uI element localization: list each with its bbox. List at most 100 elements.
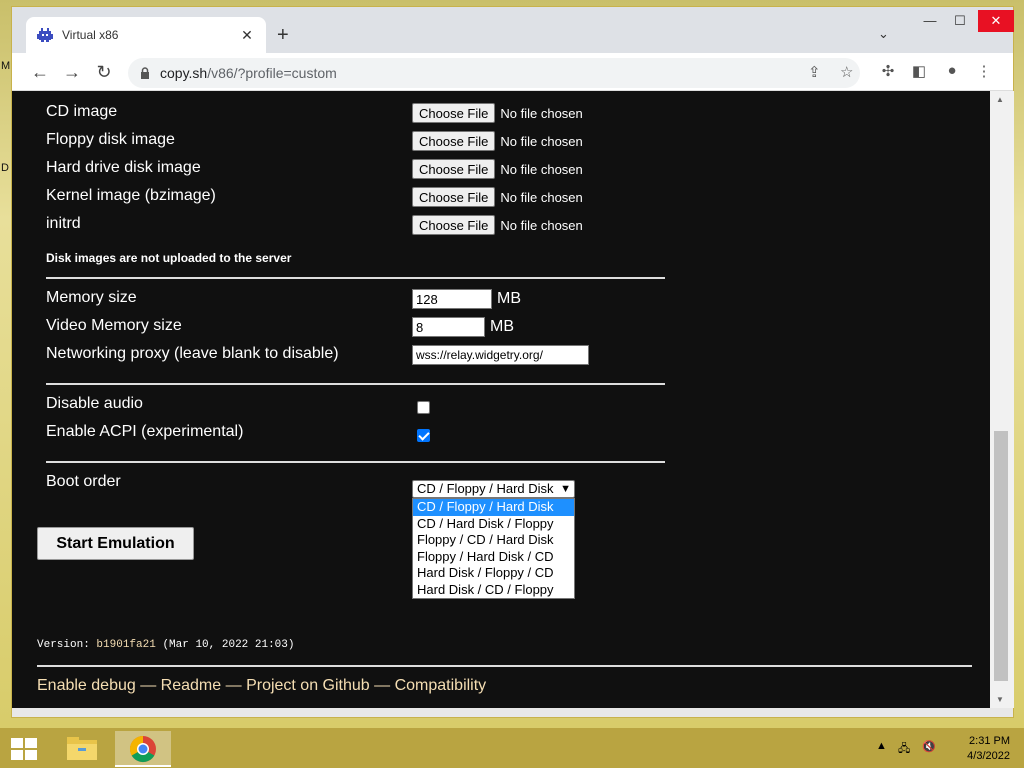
- desktop-label-m: M: [1, 60, 11, 72]
- footer-separator: —: [225, 677, 242, 694]
- minimize-button[interactable]: —: [916, 10, 944, 32]
- initrd-label: initrd: [46, 215, 81, 232]
- hard-drive-image-file-input: Choose File No file chosen: [412, 159, 583, 179]
- floppy-image-choose-button[interactable]: Choose File: [412, 131, 496, 151]
- floppy-image-label: Floppy disk image: [46, 131, 175, 148]
- boot-order-label: Boot order: [46, 473, 121, 490]
- scroll-up-icon[interactable]: ▲: [996, 95, 1004, 104]
- boot-option[interactable]: Hard Disk / CD / Floppy: [413, 582, 574, 599]
- file-explorer-icon[interactable]: [54, 731, 110, 767]
- disable-audio-label: Disable audio: [46, 395, 143, 412]
- disable-audio-checkbox[interactable]: [417, 401, 430, 414]
- cd-image-status: No file chosen: [500, 105, 583, 121]
- networking-proxy-label: Networking proxy (leave blank to disable…: [46, 345, 339, 362]
- desktop-label-d: D: [1, 162, 9, 174]
- footer-links: Enable debug — Readme — Project on Githu…: [37, 677, 486, 695]
- divider: [46, 461, 665, 463]
- address-bar[interactable]: copy.sh/v86/?profile=custom ⇪ ☆: [128, 58, 860, 88]
- maximize-button[interactable]: ☐: [946, 10, 974, 32]
- compatibility-link[interactable]: Compatibility: [395, 677, 487, 694]
- hard-drive-image-choose-button[interactable]: Choose File: [412, 159, 496, 179]
- scroll-down-icon[interactable]: ▼: [996, 695, 1004, 704]
- v86-favicon-icon: [36, 26, 54, 44]
- cd-image-choose-button[interactable]: Choose File: [412, 103, 496, 123]
- tab-virtual-x86[interactable]: Virtual x86 ✕: [26, 17, 266, 53]
- initrd-choose-button[interactable]: Choose File: [412, 215, 496, 235]
- share-icon[interactable]: ⇪: [808, 63, 821, 81]
- kernel-image-status: No file chosen: [500, 189, 583, 205]
- version-hash-link[interactable]: b1901fa21: [96, 639, 155, 651]
- windows-taskbar: ▲ 🖧 🔇 2:31 PM 4/3/2022: [0, 728, 1024, 768]
- boot-order-select[interactable]: CD / Floppy / Hard Disk ▼: [412, 480, 575, 498]
- enable-acpi-checkbox[interactable]: [417, 429, 430, 442]
- boot-option[interactable]: Hard Disk / Floppy / CD: [413, 565, 574, 582]
- video-memory-input[interactable]: [412, 317, 485, 337]
- boot-option[interactable]: Floppy / Hard Disk / CD: [413, 549, 574, 566]
- extensions-icon[interactable]: ✣: [878, 62, 898, 80]
- tab-title: Virtual x86: [62, 28, 119, 42]
- hard-drive-image-label: Hard drive disk image: [46, 159, 201, 176]
- memory-unit: MB: [497, 290, 521, 307]
- cd-image-label: CD image: [46, 103, 118, 120]
- kernel-image-label: Kernel image (bzimage): [46, 187, 216, 204]
- forward-arrow-icon[interactable]: →: [60, 60, 84, 84]
- enable-debug-link[interactable]: Enable debug: [37, 677, 136, 694]
- scrollbar-thumb[interactable]: [994, 431, 1008, 681]
- chrome-taskbar-icon[interactable]: [115, 731, 171, 767]
- tab-search-icon[interactable]: ⌄: [878, 26, 889, 42]
- new-tab-button[interactable]: +: [277, 24, 289, 47]
- window-close-button[interactable]: ✕: [978, 10, 1014, 32]
- networking-proxy-input[interactable]: [412, 345, 589, 365]
- start-emulation-button[interactable]: Start Emulation: [37, 527, 194, 560]
- browser-window: Virtual x86 ✕ + ⌄ — ☐ ✕ ← → ↻ copy.sh/v8…: [11, 6, 1014, 718]
- side-panel-icon[interactable]: ◧: [909, 62, 929, 80]
- clock-date: 4/3/2022: [967, 750, 1010, 762]
- windows-start-icon[interactable]: [10, 737, 38, 761]
- page-content: CD image Choose File No file chosen Flop…: [12, 91, 990, 708]
- boot-order-dropdown: CD / Floppy / Hard Disk CD / Hard Disk /…: [412, 498, 575, 599]
- tray-chevron-up-icon[interactable]: ▲: [876, 740, 887, 752]
- footer-separator: —: [374, 677, 391, 694]
- clock-time: 2:31 PM: [969, 735, 1010, 747]
- boot-order-selected-value: CD / Floppy / Hard Disk: [417, 481, 554, 496]
- chevron-down-icon: ▼: [560, 483, 571, 495]
- video-memory-unit: MB: [490, 318, 514, 335]
- initrd-file-input: Choose File No file chosen: [412, 215, 583, 235]
- memory-size-label: Memory size: [46, 289, 137, 306]
- enable-acpi-label: Enable ACPI (experimental): [46, 423, 244, 440]
- memory-size-control: MB: [412, 289, 521, 309]
- version-date: (Mar 10, 2022 21:03): [162, 639, 295, 651]
- boot-option[interactable]: Floppy / CD / Hard Disk: [413, 532, 574, 549]
- divider: [46, 383, 665, 385]
- memory-size-input[interactable]: [412, 289, 492, 309]
- reload-icon[interactable]: ↻: [92, 60, 116, 84]
- version-line: Version: b1901fa21 (Mar 10, 2022 21:03): [37, 639, 294, 651]
- kernel-image-choose-button[interactable]: Choose File: [412, 187, 496, 207]
- url-text: copy.sh/v86/?profile=custom: [160, 65, 337, 81]
- taskbar-clock[interactable]: 2:31 PM 4/3/2022: [952, 734, 1010, 764]
- page-scrollbar[interactable]: ▲ ▼: [990, 91, 1014, 708]
- networking-proxy-control: [412, 345, 589, 365]
- readme-link[interactable]: Readme: [161, 677, 221, 694]
- back-arrow-icon[interactable]: ←: [28, 60, 52, 84]
- profile-avatar-icon[interactable]: ●: [942, 62, 962, 79]
- boot-option[interactable]: CD / Hard Disk / Floppy: [413, 516, 574, 533]
- video-memory-control: MB: [412, 317, 514, 337]
- cd-image-file-input: Choose File No file chosen: [412, 103, 583, 123]
- tab-close-icon[interactable]: ✕: [238, 27, 256, 44]
- floppy-image-file-input: Choose File No file chosen: [412, 131, 583, 151]
- network-icon[interactable]: 🖧: [898, 740, 910, 759]
- tab-strip: Virtual x86 ✕ + ⌄ — ☐ ✕: [12, 7, 1014, 53]
- initrd-status: No file chosen: [500, 217, 583, 233]
- hard-drive-image-status: No file chosen: [500, 161, 583, 177]
- boot-option[interactable]: CD / Floppy / Hard Disk: [413, 499, 574, 516]
- video-memory-label: Video Memory size: [46, 317, 182, 334]
- footer-separator: —: [140, 677, 157, 694]
- menu-kebab-icon[interactable]: ⋮: [974, 62, 994, 80]
- footer-divider: [37, 665, 972, 667]
- speaker-muted-icon[interactable]: 🔇: [922, 740, 936, 753]
- github-link[interactable]: Project on Github: [246, 677, 370, 694]
- bookmark-star-icon[interactable]: ☆: [840, 63, 853, 81]
- floppy-image-status: No file chosen: [500, 133, 583, 149]
- version-prefix: Version:: [37, 639, 90, 651]
